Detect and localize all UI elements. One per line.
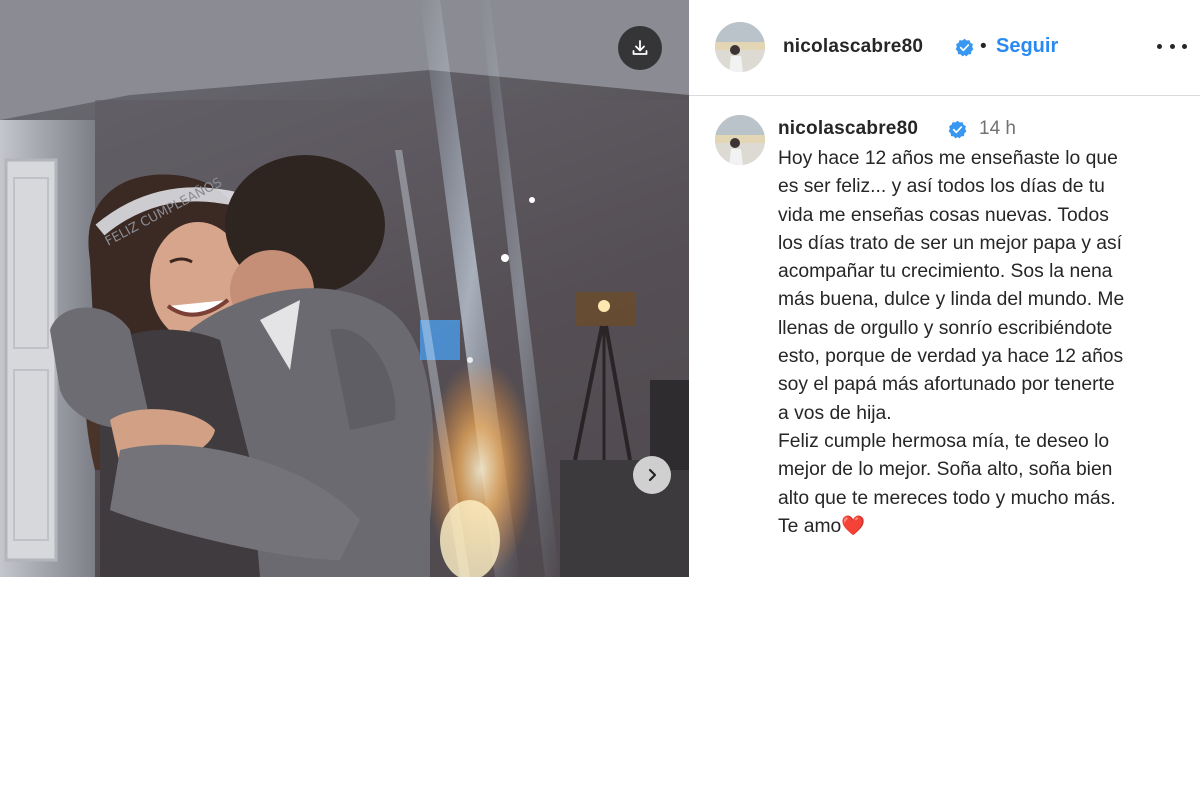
caption-text: Hoy hace 12 años me enseñaste lo que es … [778,145,1188,541]
more-options-button[interactable] [1157,36,1187,56]
heart-emoji-icon: ❤️ [841,515,866,537]
verified-badge-icon [955,38,974,57]
comment-avatar[interactable] [715,115,765,165]
blank-area [0,577,1200,800]
caption-line: a vos de hija. [778,402,892,424]
download-button[interactable] [618,26,662,70]
post-side-panel: nicolascabre80 • Seguir nicolascabre80 1… [689,0,1200,577]
author-avatar[interactable] [715,22,765,72]
caption-line: mejor de lo mejor. Soña alto, soña bien [778,459,1113,481]
chevron-right-icon [648,468,657,482]
caption-line: Feliz cumple hermosa mía, te deseo lo [778,430,1110,452]
comment-username[interactable]: nicolascabre80 [778,118,918,140]
caption-line: vida me enseñas cosas nuevas. Todos [778,204,1109,226]
avatar-image [715,22,765,72]
next-image-button[interactable] [633,456,671,494]
verified-badge-icon [948,120,967,139]
caption-line: Hoy hace 12 años me enseñaste lo que [778,148,1118,169]
caption-line: llenas de orgullo y sonrío escribiéndote [778,317,1113,339]
caption-line: alto que te mereces todo y mucho más. [778,487,1116,509]
header-separator: • [980,36,987,57]
caption-line: soy el papá más afortunado por tenerte [778,374,1115,396]
more-options-icon [1157,43,1162,49]
caption-line: los días trato de ser un mejor papa y as… [778,232,1123,254]
author-username[interactable]: nicolascabre80 [783,36,923,58]
caption-line: esto, porque de verdad ya hace 12 años [778,346,1124,368]
post-photo: FELIZ CUMPLEAÑOS [0,0,689,577]
caption-line: es ser feliz... y así todos los días de … [778,176,1105,198]
post-media[interactable]: FELIZ CUMPLEAÑOS [0,0,689,577]
caption-line: acompañar tu crecimiento. Sos la nena [778,261,1113,283]
follow-button[interactable]: Seguir [996,35,1058,58]
caption-line: Te amo [778,515,842,537]
avatar-image [715,115,765,165]
comment-timestamp[interactable]: 14 h [979,118,1016,140]
download-icon [632,40,648,55]
post-header: nicolascabre80 • Seguir [689,0,1200,96]
caption-line: más buena, dulce y linda del mundo. Me [778,289,1125,311]
caption-last-line: Te amo❤️ [778,513,1188,541]
